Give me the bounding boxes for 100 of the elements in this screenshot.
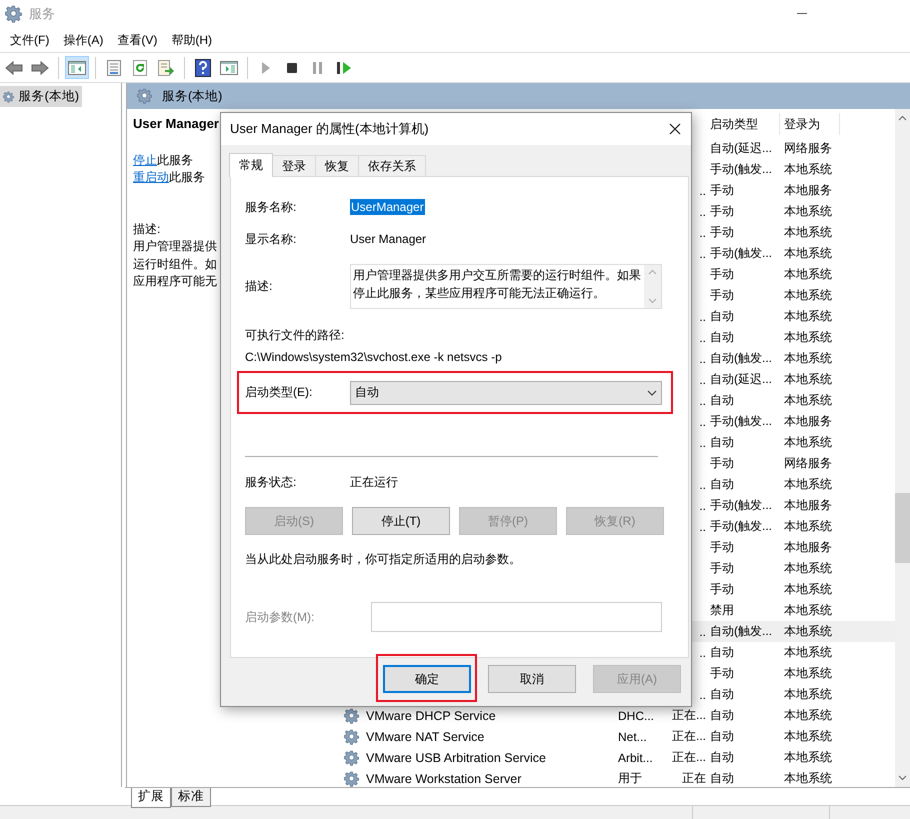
table-cell-text: 本地系统 (783, 623, 833, 640)
table-cell-text: .. (698, 394, 706, 408)
dialog-button[interactable]: 取消 (488, 665, 576, 693)
view-tab[interactable]: 扩展 (131, 788, 171, 808)
field-label: 描述: (245, 278, 274, 295)
column-header[interactable]: 启动类型 (706, 113, 780, 135)
table-cell-text: 手动 (709, 203, 735, 220)
table-cell-text: .. (698, 372, 706, 386)
table-cell-text: VMware DHCP Service (365, 708, 496, 722)
table-cell-text: 自动 (709, 728, 735, 745)
minimize-icon[interactable] (797, 13, 807, 15)
close-icon[interactable] (669, 123, 681, 135)
scroll-thumb[interactable] (895, 493, 910, 563)
table-cell-text: 手动 (709, 266, 735, 283)
field-label: 可执行文件的路径: (245, 326, 344, 344)
table-cell-text: 本地系统 (783, 728, 833, 745)
table-cell-text: VMware NAT Service (365, 730, 484, 744)
table-cell-text: 本地系统 (783, 518, 833, 535)
field-label: 启动参数(M): (245, 608, 316, 626)
table-cell-text: .. (698, 184, 706, 198)
table-cell-text: 自动 (709, 707, 735, 724)
stop-icon (286, 62, 298, 74)
gear-icon (344, 708, 360, 724)
table-cell-text: 本地系统 (783, 371, 833, 388)
table-cell-text: 禁用 (709, 602, 735, 619)
tab[interactable]: 常规 (229, 153, 273, 177)
table-cell-text: 本地服务 (783, 539, 833, 556)
table-cell-text: 自动(延迟... (709, 371, 773, 388)
table-cell-text: 本地系统 (783, 350, 833, 367)
menu-item[interactable]: 帮助(H) (164, 32, 219, 48)
table-cell-text: 自动 (709, 770, 735, 787)
table-cell-text: 自动 (709, 434, 735, 451)
table-cell-text: 本地系统 (783, 392, 833, 409)
table-cell-text: 本地系统 (783, 329, 833, 346)
app-icon (5, 5, 23, 23)
table-cell-text: 网络服务 (783, 140, 833, 157)
table-cell-text: .. (698, 204, 706, 218)
view-tab[interactable]: 标准 (171, 788, 211, 807)
table-cell-text: 手动(触发... (709, 497, 773, 514)
table-cell-text: 正在... (670, 749, 706, 766)
document-icon (106, 60, 122, 76)
service-row[interactable]: VMware DHCP Service DHC... 正在... 自动 本地系统 (332, 705, 895, 726)
table-cell-text: 手动 (709, 455, 735, 472)
menu-item[interactable]: 查看(V) (110, 32, 164, 48)
table-cell-text: 手动 (709, 287, 735, 304)
table-cell-text: .. (698, 478, 706, 492)
table-cell-text: 自动 (709, 476, 735, 493)
field-label: 服务状态: (245, 474, 298, 490)
table-cell-text: .. (698, 310, 706, 324)
table-cell-text: 网络服务 (783, 455, 833, 472)
status-value: 正在运行 (350, 474, 398, 490)
service-control-button[interactable]: 停止(T) (352, 507, 450, 535)
console-tree-icon (68, 60, 86, 76)
tab[interactable]: 依存关系 (358, 155, 426, 176)
service-row[interactable]: VMware USB Arbitration Service Arbit... 正在... 自动 本地系统 (332, 747, 895, 768)
column-header[interactable]: 登录为 (780, 113, 840, 135)
table-cell-text: 本地系统 (783, 203, 833, 220)
table-cell-text: 手动 (709, 665, 735, 682)
table-cell-text: 自动(触发... (709, 350, 773, 367)
pane-title: 服务(本地) (162, 88, 222, 104)
scroll-up-icon[interactable] (898, 115, 907, 121)
table-cell-text: .. (698, 688, 706, 702)
table-cell-text: 本地服务 (783, 182, 833, 199)
gear-icon (3, 88, 15, 104)
startup-type-dropdown[interactable]: 自动 (350, 380, 662, 404)
table-cell-text: .. (698, 246, 706, 260)
description-text: 应用程序可能无 (133, 273, 217, 290)
table-cell-text: 本地系统 (783, 686, 833, 703)
service-row[interactable]: VMware NAT Service Net... 正在... 自动 本地系统 (332, 726, 895, 747)
console-tree-button[interactable] (65, 56, 89, 79)
table-cell-text: 手动 (709, 182, 735, 199)
action-link[interactable]: 重启动 (133, 170, 169, 184)
menu-item[interactable]: 文件(F) (3, 32, 56, 48)
table-cell-text: .. (698, 436, 706, 450)
service-name: User Manager (133, 115, 219, 132)
table-cell-text: .. (698, 624, 706, 638)
action-text: 重启动此服务 (133, 169, 205, 186)
table-cell-text: .. (698, 414, 706, 428)
table-cell-text: 手动 (709, 581, 735, 598)
description-text: 运行时组件。如 (133, 256, 217, 272)
right-arrow-icon (31, 60, 49, 76)
menu-item[interactable]: 操作(A) (56, 32, 110, 48)
tree-item[interactable]: 服务(本地) (0, 86, 82, 107)
table-cell-text: Net... (617, 730, 648, 744)
action-link[interactable]: 停止 (133, 152, 157, 166)
scroll-down-icon[interactable] (898, 775, 907, 781)
description-label: 描述: (133, 220, 160, 238)
service-name-value[interactable]: UserManager (350, 199, 425, 215)
left-arrow-icon (5, 60, 23, 76)
field-label: 启动类型(E): (245, 384, 314, 401)
table-cell-text: .. (698, 520, 706, 534)
dialog-button[interactable]: 确定 (383, 665, 471, 693)
service-row[interactable]: VMware Workstation Server 用于 正在 自动 本地系统 (332, 768, 895, 787)
table-cell-text: 手动(触发... (709, 245, 773, 262)
table-cell-text: .. (698, 330, 706, 344)
table-cell-text: 手动(触发... (709, 161, 773, 178)
table-cell-text: 本地系统 (783, 287, 833, 304)
table-cell-text: 自动(触发... (709, 623, 773, 640)
resume-icon (336, 60, 352, 74)
display-name-value: User Manager (350, 232, 426, 246)
